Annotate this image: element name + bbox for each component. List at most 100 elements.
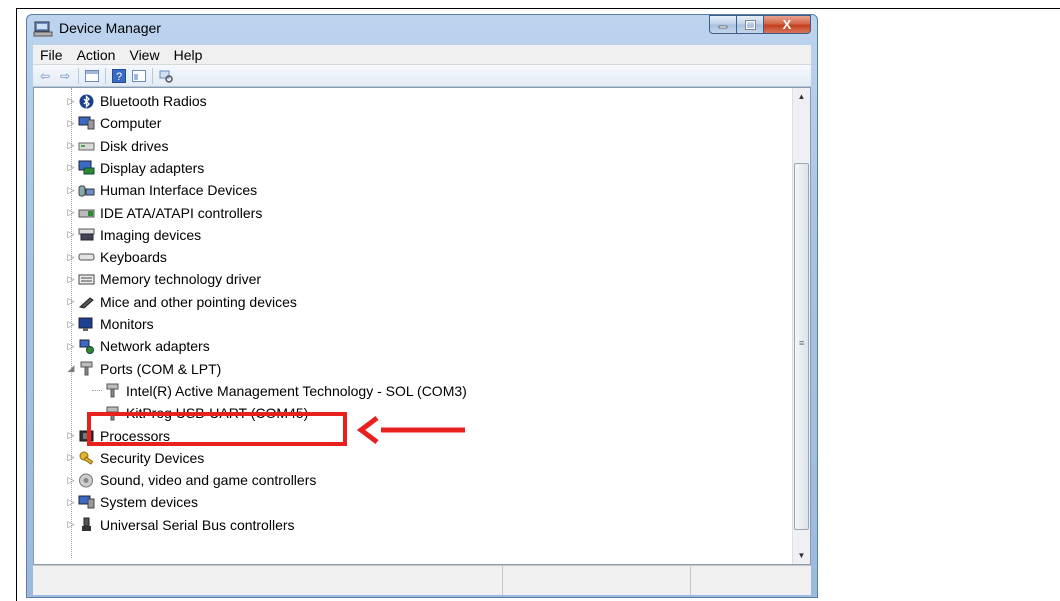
disk-drive-icon <box>78 138 95 153</box>
bluetooth-icon <box>78 94 95 109</box>
tree-item-label: Imaging devices <box>100 226 202 243</box>
tree-item-label: Disk drives <box>100 137 169 154</box>
monitor-icon <box>78 317 95 332</box>
expand-arrow-icon[interactable]: ▷ <box>66 140 76 151</box>
properties-icon[interactable] <box>131 68 147 84</box>
tree-item-label: Sound, video and game controllers <box>100 472 317 489</box>
close-button[interactable]: X <box>763 15 811 34</box>
vertical-scrollbar[interactable]: ▲ ≡ ▼ <box>792 88 810 564</box>
tree-item-label: Display adapters <box>100 159 205 176</box>
menu-file[interactable]: File <box>33 47 70 63</box>
expand-arrow-icon[interactable]: ▷ <box>66 296 76 307</box>
scroll-up-icon[interactable]: ▲ <box>793 88 810 105</box>
tree-item[interactable]: ▷ Sound, video and game controllers <box>66 469 317 491</box>
maximize-icon <box>744 19 756 30</box>
toolbar-separator <box>78 67 79 84</box>
tree-item[interactable]: ▷ Keyboards <box>66 246 167 268</box>
tree-item[interactable]: ▷ Security Devices <box>66 447 205 469</box>
sound-icon <box>78 473 95 488</box>
tree-item-label: Monitors <box>100 316 154 332</box>
port-icon <box>104 383 121 398</box>
expand-arrow-icon[interactable]: ▷ <box>66 185 76 196</box>
tree-item[interactable]: ▷ Bluetooth Radios <box>66 90 207 112</box>
scrollbar-thumb[interactable]: ≡ <box>794 163 809 530</box>
tree-item[interactable]: ▷ Human Interface Devices <box>66 179 258 201</box>
status-pane-3 <box>691 566 811 595</box>
display-adapter-icon <box>78 160 95 175</box>
expand-arrow-icon[interactable]: ▷ <box>66 430 76 441</box>
tree-item-label: Human Interface Devices <box>100 182 258 199</box>
mouse-icon <box>78 294 95 309</box>
expand-arrow-icon[interactable]: ▷ <box>66 475 76 486</box>
maximize-button[interactable] <box>736 15 763 34</box>
tree-item[interactable]: ▷ Display adapters <box>66 157 205 179</box>
tree-item[interactable]: ▷ Disk drives <box>66 135 169 157</box>
expand-arrow-icon[interactable]: ▷ <box>66 497 76 508</box>
toolbar: ⇦ ⇨ ? <box>33 65 811 87</box>
highlight-box <box>87 412 347 446</box>
tree-item-label: Memory technology driver <box>100 271 262 288</box>
back-arrow-icon[interactable]: ⇦ <box>37 68 53 84</box>
pointer-arrow <box>356 416 465 444</box>
tree-item-label: Keyboards <box>100 249 167 266</box>
tree-item[interactable]: Intel(R) Active Management Technology - … <box>92 380 467 402</box>
title-bar[interactable]: Device Manager X <box>27 15 817 43</box>
device-manager-window: Device Manager X File Action View Help ⇦… <box>26 14 818 598</box>
tree-item[interactable]: ▷ Memory technology driver <box>66 268 262 290</box>
tree-item-label: Bluetooth Radios <box>100 93 207 109</box>
expand-arrow-icon[interactable]: ▷ <box>66 252 76 263</box>
tree-item-label: Intel(R) Active Management Technology - … <box>126 382 467 399</box>
collapse-arrow-icon[interactable]: ◢ <box>66 363 76 374</box>
scroll-down-icon[interactable]: ▼ <box>793 547 810 564</box>
tree-item[interactable]: ▷ Mice and other pointing devices <box>66 291 297 313</box>
imaging-device-icon <box>78 227 95 242</box>
tree-item[interactable]: ▷ IDE ATA/ATAPI controllers <box>66 202 263 224</box>
minimize-icon <box>718 25 728 28</box>
menu-action[interactable]: Action <box>70 47 123 63</box>
expand-arrow-icon[interactable]: ▷ <box>66 319 76 330</box>
close-icon: X <box>782 17 792 32</box>
hid-icon <box>78 183 95 198</box>
system-device-icon <box>78 495 95 510</box>
memory-icon <box>78 272 95 287</box>
tree-item-label: Ports (COM & LPT) <box>100 360 222 377</box>
help-icon[interactable]: ? <box>111 68 127 84</box>
tree-item-label: Security Devices <box>100 449 205 466</box>
tree-item[interactable]: ▷ Network adapters <box>66 335 210 357</box>
expand-arrow-icon[interactable]: ▷ <box>66 229 76 240</box>
status-pane-1 <box>33 566 503 595</box>
minimize-button[interactable] <box>709 15 736 34</box>
tree-branch-line <box>92 390 102 392</box>
port-icon <box>78 361 95 376</box>
tree-item[interactable]: ▷ Monitors <box>66 313 154 335</box>
expand-arrow-icon[interactable]: ▷ <box>66 341 76 352</box>
tree-item[interactable]: ▷ Computer <box>66 112 162 134</box>
expand-arrow-icon[interactable]: ▷ <box>66 519 76 530</box>
scan-hardware-icon[interactable] <box>158 68 174 84</box>
expand-arrow-icon[interactable]: ▷ <box>66 452 76 463</box>
device-tree-panel: ▷ Bluetooth Radios ▷ Computer ▷ Disk drives ▷ D… <box>33 87 811 565</box>
tree-item[interactable]: ▷ System devices <box>66 491 199 513</box>
show-hide-console-tree-icon[interactable] <box>84 68 100 84</box>
tree-item[interactable]: ◢ Ports (COM & LPT) <box>66 358 222 380</box>
grip-icon: ≡ <box>799 338 805 348</box>
toolbar-separator <box>105 67 106 84</box>
tree-item[interactable]: ▷ Imaging devices <box>66 224 202 246</box>
menu-view[interactable]: View <box>122 47 166 63</box>
window-title: Device Manager <box>59 20 161 36</box>
expand-arrow-icon[interactable]: ▷ <box>66 274 76 285</box>
expand-arrow-icon[interactable]: ▷ <box>66 96 76 107</box>
expand-arrow-icon[interactable]: ▷ <box>66 162 76 173</box>
tree-item-label: Computer <box>100 115 162 132</box>
tree-item-label: Network adapters <box>100 338 210 355</box>
menu-help[interactable]: Help <box>167 47 210 63</box>
forward-arrow-icon[interactable]: ⇨ <box>57 68 73 84</box>
tree-item-label: Universal Serial Bus controllers <box>100 516 295 533</box>
toolbar-separator <box>152 67 153 84</box>
expand-arrow-icon[interactable]: ▷ <box>66 118 76 129</box>
tree-item[interactable]: ▷ Universal Serial Bus controllers <box>66 514 295 536</box>
keyboard-icon <box>78 250 95 265</box>
security-key-icon <box>78 450 95 466</box>
expand-arrow-icon[interactable]: ▷ <box>66 207 76 218</box>
tree-item-label: System devices <box>100 494 199 511</box>
